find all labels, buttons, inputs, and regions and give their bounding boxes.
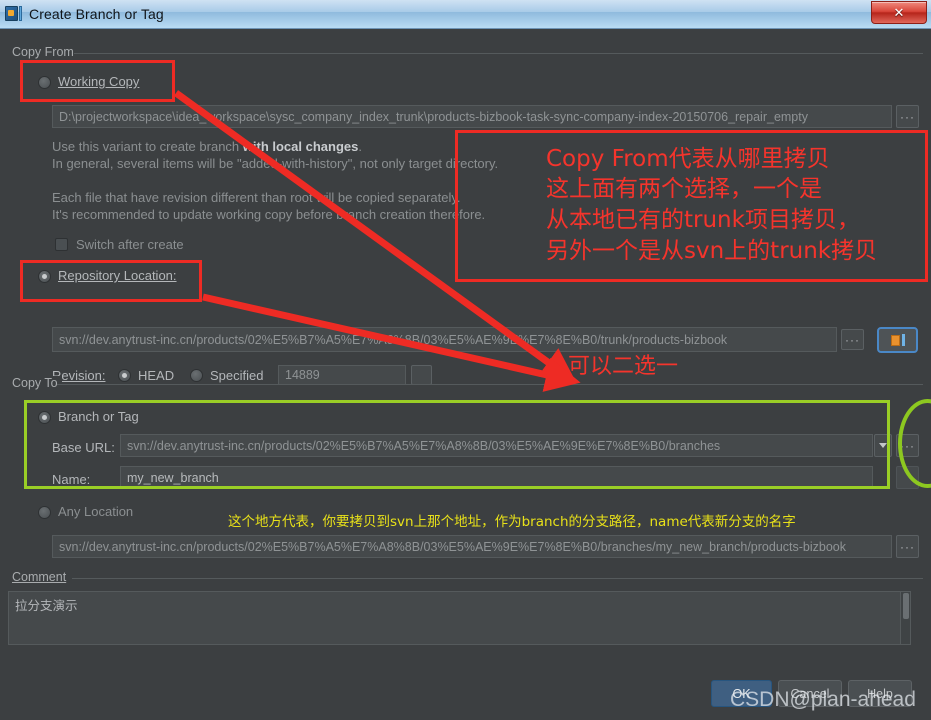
repository-url-field[interactable]: svn://dev.anytrust-inc.cn/products/02%E5… [52, 327, 837, 352]
close-icon: ✕ [893, 4, 905, 20]
comment-textarea[interactable]: 拉分支演示 [8, 591, 911, 645]
label-revision-specified: Specified [210, 368, 264, 383]
label-any-location: Any Location [58, 504, 134, 519]
close-button[interactable]: ✕ [871, 0, 927, 24]
copy-to-group-rule [57, 384, 923, 385]
radio-any-location[interactable] [38, 506, 51, 519]
bar-glyph [901, 334, 905, 346]
desc-line1-post: . [358, 139, 362, 154]
checkbox-switch-after-create[interactable] [55, 238, 68, 251]
comment-group-label: Comment [8, 570, 71, 584]
working-copy-path-field[interactable]: D:\projectworkspace\idea_workspace\sysc_… [52, 105, 892, 128]
any-location-browse-button[interactable]: ··· [896, 535, 919, 558]
repository-browse-button[interactable]: ··· [841, 329, 864, 350]
repository-browse-icon[interactable] [877, 327, 918, 353]
window-title: Create Branch or Tag [29, 6, 164, 22]
help-button[interactable]: Help [848, 680, 912, 707]
copy-from-group-rule [74, 53, 923, 54]
cancel-button[interactable]: Cancel [778, 680, 842, 707]
working-copy-browse-button[interactable]: ··· [896, 105, 919, 128]
working-copy-desc-line-2: In general, several items will be "added… [52, 156, 499, 171]
label-switch-after-create: Switch after create [76, 237, 184, 252]
working-copy-desc-line-1: Use this variant to create branch with l… [52, 139, 362, 154]
desc-line1-bold: with local changes [242, 139, 359, 154]
any-location-url-field[interactable]: svn://dev.anytrust-inc.cn/products/02%E5… [52, 535, 892, 558]
radio-revision-head[interactable] [118, 369, 131, 382]
copy-from-group-label: Copy From [8, 45, 78, 59]
annotation-rect-working-copy [20, 60, 175, 102]
annotation-copy-from-line-2: 这上面有两个选择，一个是 [546, 176, 822, 202]
annotation-rect-branch-or-tag [24, 400, 890, 489]
annotation-copy-from-line-3: 从本地已有的trunk项目拷贝， [546, 207, 860, 233]
comment-scrollbar[interactable] [900, 592, 910, 644]
working-copy-desc-line-4: It's recommended to update working copy … [52, 207, 486, 222]
desc-line1-pre: Use this variant to create branch [52, 139, 243, 154]
folder-glyph [890, 334, 900, 346]
copy-to-group-label: Copy To [8, 376, 62, 390]
comment-scrollbar-thumb[interactable] [903, 593, 909, 619]
ok-button[interactable]: OK [711, 680, 772, 707]
annotation-copy-to-note: 这个地方代表，你要拷贝到svn上那个地址，作为branch的分支路径，name代… [228, 514, 796, 530]
revision-value-field[interactable]: 14889 [278, 365, 406, 385]
annotation-copy-from-line-1: Copy From代表从哪里拷贝 [546, 146, 830, 172]
annotation-rect-repository-location [20, 260, 202, 302]
window-title-bar: Create Branch or Tag ✕ [0, 0, 931, 29]
label-revision-head: HEAD [138, 368, 175, 383]
comment-group-rule [72, 578, 923, 579]
working-copy-desc-line-3: Each file that have revision different t… [52, 190, 461, 205]
annotation-copy-from-line-4: 另外一个是从svn上的trunk拷贝 [546, 238, 878, 264]
idea-svn-icon [3, 4, 25, 24]
annotation-choose-one: 可以二选一 [568, 354, 679, 379]
revision-browse-button[interactable] [411, 365, 432, 385]
radio-revision-specified[interactable] [190, 369, 203, 382]
